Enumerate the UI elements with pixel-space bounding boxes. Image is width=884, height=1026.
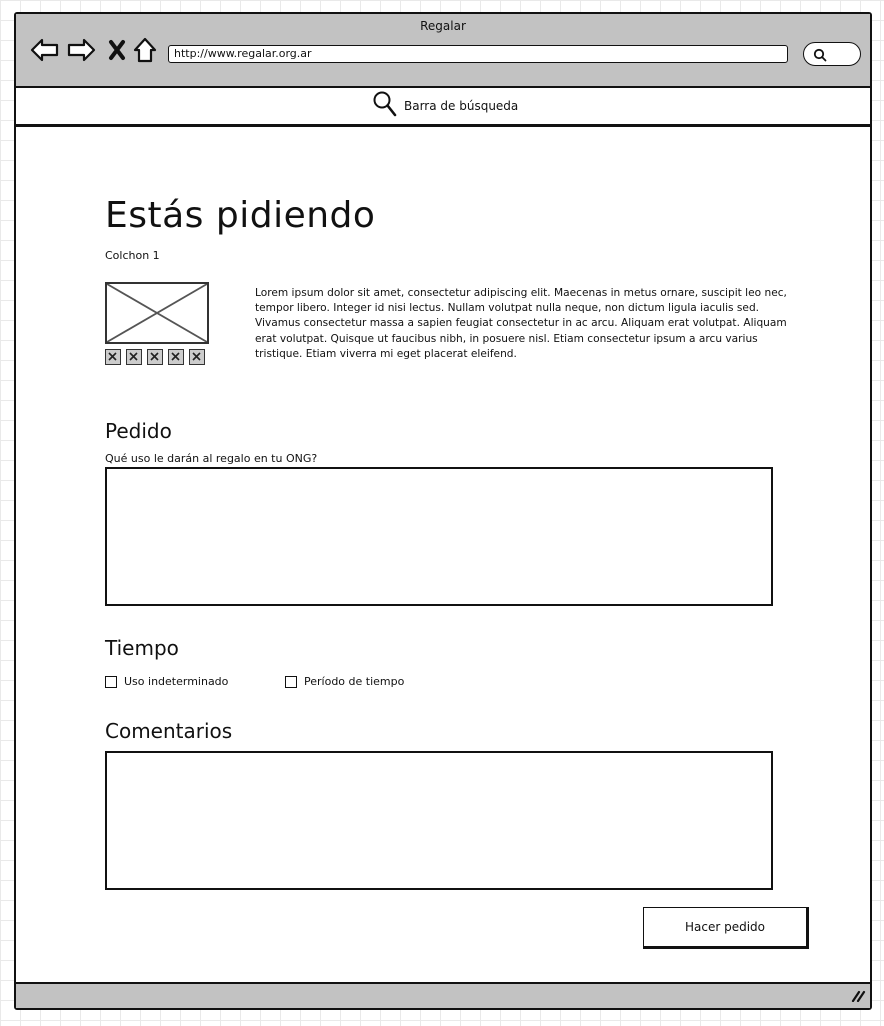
thumbnail-3[interactable] (147, 349, 163, 365)
address-bar[interactable]: http://www.regalar.org.ar (168, 45, 788, 63)
browser-titlebar: Regalar http://www.regalar.org.ar (16, 14, 870, 88)
pedido-textarea[interactable] (105, 467, 773, 606)
page-title: Estás pidiendo (105, 195, 376, 236)
item-name: Colchon 1 (105, 249, 160, 262)
forward-arrow-icon[interactable] (66, 37, 96, 67)
pedido-question: Qué uso le darán al regalo en tu ONG? (105, 452, 318, 465)
checkbox[interactable] (105, 675, 117, 688)
browser-window: Regalar http://www.regalar.org.ar Barra … (14, 12, 872, 1010)
product-image-placeholder (105, 282, 209, 344)
thumbnail-5[interactable] (189, 349, 205, 365)
search-bar-label: Barra de búsqueda (404, 99, 519, 113)
browser-search-button[interactable] (803, 42, 861, 66)
pedido-heading: Pedido (105, 419, 172, 443)
option-uso-indeterminado[interactable]: Uso indeterminado (105, 675, 228, 688)
option-label: Período de tiempo (304, 675, 405, 688)
tiempo-heading: Tiempo (105, 636, 179, 660)
item-description: Lorem ipsum dolor sit amet, consectetur … (255, 287, 787, 360)
search-icon (813, 47, 827, 66)
search-bar[interactable]: Barra de búsqueda (16, 88, 870, 127)
stop-icon[interactable] (108, 39, 126, 65)
thumbnail-1[interactable] (105, 349, 121, 365)
thumbnail-2[interactable] (126, 349, 142, 365)
hacer-pedido-button[interactable]: Hacer pedido (643, 907, 809, 949)
back-arrow-icon[interactable] (30, 37, 60, 67)
comentarios-heading: Comentarios (105, 719, 233, 743)
status-bar (16, 982, 870, 1008)
thumbnail-4[interactable] (168, 349, 184, 365)
option-periodo-de-tiempo[interactable]: Período de tiempo (285, 675, 404, 688)
image-thumbnails (105, 349, 205, 365)
resize-grip-icon[interactable] (850, 987, 866, 1006)
checkbox[interactable] (285, 675, 297, 688)
page-content: Estás pidiendo Colchon 1 Lorem ipsum dol… (16, 127, 870, 982)
window-title: Regalar (420, 19, 466, 33)
home-icon[interactable] (132, 37, 158, 67)
option-label: Uso indeterminado (124, 675, 229, 688)
magnifier-icon (372, 90, 398, 122)
comentarios-textarea[interactable] (105, 751, 773, 890)
